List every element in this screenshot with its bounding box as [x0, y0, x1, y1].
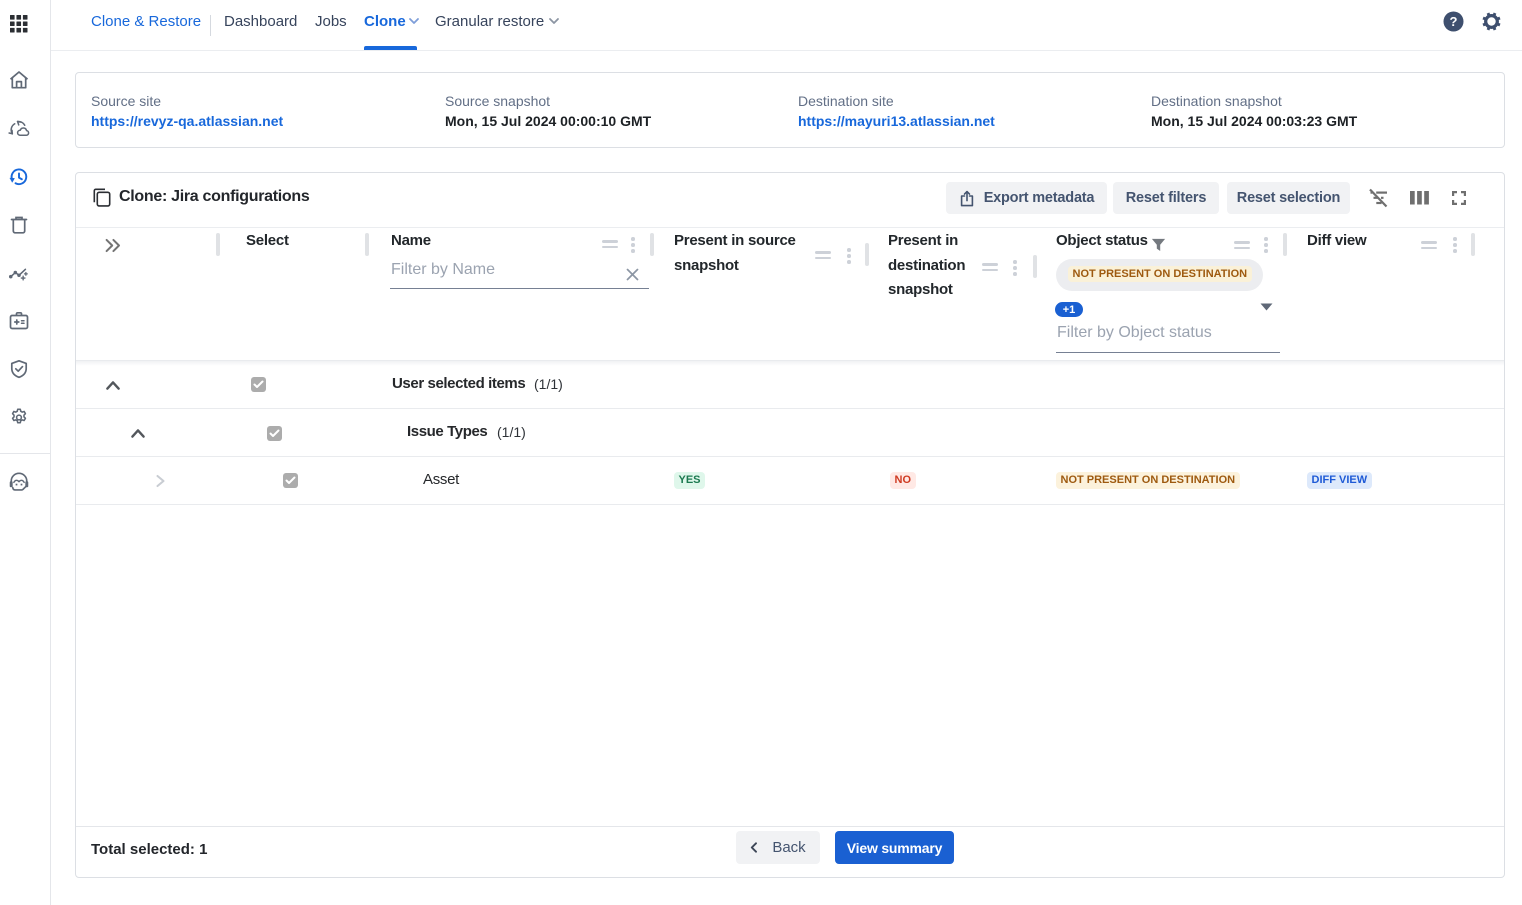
- svg-text:?: ?: [1450, 14, 1458, 29]
